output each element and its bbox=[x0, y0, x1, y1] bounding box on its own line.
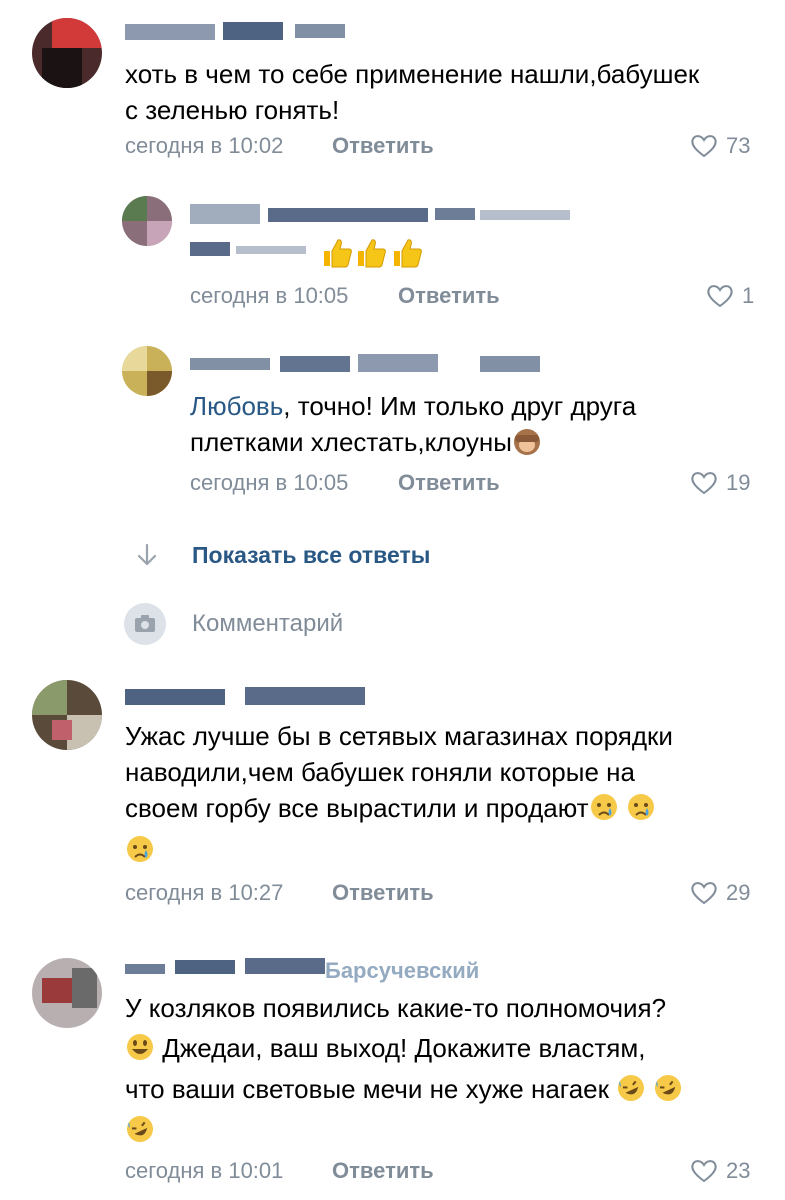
comment-time: сегодня в 10:05 bbox=[190, 283, 349, 308]
avatar[interactable] bbox=[32, 958, 102, 1028]
rolling-laughing-face-icon bbox=[127, 1116, 153, 1142]
comment-text-line: Ужас лучше бы в сетявых магазинах порядк… bbox=[125, 721, 673, 751]
like-count: 23 bbox=[726, 1158, 751, 1183]
author-name-blurred[interactable] bbox=[190, 352, 550, 378]
grinning-face-icon bbox=[127, 1034, 153, 1060]
comment-text-line: У козляков появились какие-то полномочия… bbox=[125, 993, 667, 1023]
avatar[interactable] bbox=[122, 346, 172, 396]
thumbs-up-icon bbox=[324, 239, 352, 268]
like-button[interactable]: 1 bbox=[706, 283, 754, 309]
reply-button[interactable]: Ответить bbox=[332, 1158, 434, 1184]
camera-icon-button[interactable] bbox=[124, 603, 166, 645]
comment-time: сегодня в 10:01 bbox=[125, 1158, 284, 1183]
comment-text-line: хоть в чем то себе применение нашли,бабу… bbox=[125, 59, 700, 89]
comment-time: сегодня в 10:27 bbox=[125, 880, 284, 905]
comment-text-line: Любовь, точно! Им только друг друга bbox=[190, 391, 637, 421]
author-name-blurred[interactable] bbox=[125, 18, 345, 44]
heart-icon bbox=[691, 1160, 717, 1183]
crying-face-icon bbox=[127, 836, 153, 862]
avatar[interactable] bbox=[122, 196, 172, 246]
comment-text-line bbox=[125, 1112, 155, 1148]
like-count: 73 bbox=[726, 133, 751, 158]
like-count: 1 bbox=[742, 283, 755, 308]
reply-button[interactable]: Ответить bbox=[398, 283, 500, 309]
mention-link[interactable]: Любовь bbox=[190, 391, 283, 421]
rolling-laughing-face-icon bbox=[618, 1075, 645, 1101]
comment-text-line: наводили,чем бабушек гоняли которые на bbox=[125, 757, 635, 787]
author-name-partial: Барсучевский bbox=[325, 958, 480, 983]
crying-face-icon bbox=[627, 794, 654, 820]
show-all-replies-button[interactable]: Показать все ответы bbox=[192, 542, 430, 569]
heart-icon bbox=[691, 135, 717, 158]
author-name-blurred[interactable] bbox=[190, 200, 590, 268]
comment-text-line: плетками хлестать,клоуны bbox=[190, 424, 542, 460]
avatar[interactable] bbox=[32, 18, 102, 88]
thumbs-up-icon bbox=[394, 239, 422, 268]
like-button[interactable]: 29 bbox=[690, 880, 750, 906]
like-button[interactable]: 19 bbox=[690, 470, 750, 496]
rolling-laughing-face-icon bbox=[655, 1075, 682, 1101]
see-no-evil-monkey-icon bbox=[513, 429, 540, 455]
heart-icon bbox=[691, 882, 717, 905]
comment-text-line: Джедаи, ваш выход! Докажите властям, bbox=[125, 1030, 645, 1066]
author-name-blurred[interactable] bbox=[125, 683, 375, 709]
reply-button[interactable]: Ответить bbox=[332, 133, 434, 159]
crying-face-icon bbox=[590, 794, 617, 820]
like-count: 19 bbox=[726, 470, 751, 495]
like-count: 29 bbox=[726, 880, 751, 905]
reply-button[interactable]: Ответить bbox=[398, 470, 500, 496]
comment-time: сегодня в 10:02 bbox=[125, 133, 284, 158]
camera-icon bbox=[135, 615, 155, 632]
like-button[interactable]: 23 bbox=[690, 1158, 750, 1184]
heart-icon bbox=[691, 472, 717, 495]
like-button[interactable]: 73 bbox=[690, 133, 750, 159]
comment-text-line: что ваши световые мечи не хуже нагаек bbox=[125, 1071, 683, 1107]
reply-button[interactable]: Ответить bbox=[332, 880, 434, 906]
author-name[interactable]: Барсучевский bbox=[125, 952, 479, 986]
comment-text-line: с зеленью гонять! bbox=[125, 95, 340, 125]
thumbs-up-icon bbox=[358, 239, 386, 268]
avatar[interactable] bbox=[32, 680, 102, 750]
arrow-down-icon bbox=[137, 543, 157, 566]
comment-input[interactable]: Комментарий bbox=[192, 610, 343, 638]
comment-time: сегодня в 10:05 bbox=[190, 470, 349, 495]
comment-text-line: своем горбу все вырастили и продают bbox=[125, 790, 656, 826]
comment-text-line bbox=[125, 832, 155, 868]
heart-icon bbox=[707, 285, 733, 308]
